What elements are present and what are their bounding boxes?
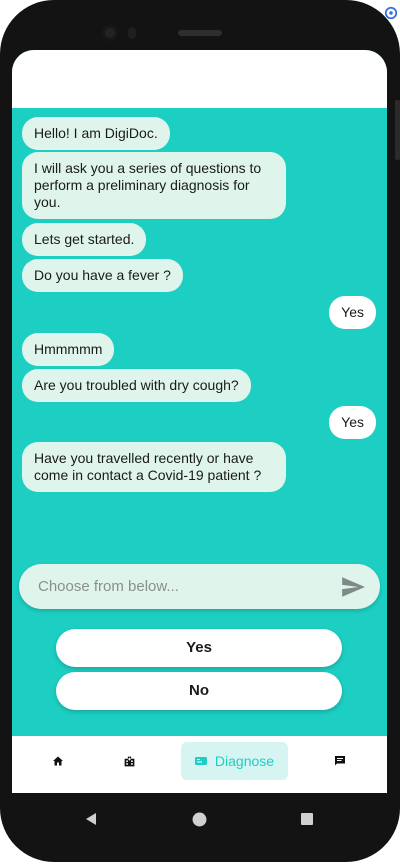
user-message: Yes <box>329 406 376 439</box>
location-icon <box>384 6 398 20</box>
option-yes-button[interactable]: Yes <box>56 629 342 667</box>
nav-diagnose[interactable]: Diagnose <box>181 742 288 780</box>
home-icon <box>53 756 63 766</box>
recents-icon[interactable] <box>300 812 314 826</box>
app-screen: Hello! I am DigiDoc. I will ask you a se… <box>12 50 387 793</box>
camera-sensor <box>128 27 136 39</box>
nav-hospital[interactable] <box>117 742 141 780</box>
bottom-navigation: Diagnose <box>12 736 387 793</box>
back-icon[interactable] <box>84 812 98 826</box>
chat-icon <box>335 756 345 766</box>
earpiece-speaker <box>178 30 222 36</box>
front-camera <box>102 25 118 41</box>
bot-message: Lets get started. <box>22 223 147 256</box>
bot-message: Hmmmmm <box>22 333 115 366</box>
bot-message: Have you travelled recently or have come… <box>22 442 286 492</box>
home-circle-icon[interactable] <box>192 812 207 827</box>
diagnose-icon <box>194 757 207 765</box>
power-button <box>395 100 400 160</box>
nav-diagnose-label: Diagnose <box>214 753 275 769</box>
bot-message: Hello! I am DigiDoc. <box>22 117 170 150</box>
option-no-button[interactable]: No <box>56 672 342 710</box>
app-bar <box>12 50 387 108</box>
bot-message: Are you troubled with dry cough? <box>22 369 251 402</box>
hospital-icon <box>124 756 134 766</box>
phone-frame: Hello! I am DigiDoc. I will ask you a se… <box>0 0 400 862</box>
system-navigation-bar <box>12 796 387 842</box>
send-icon[interactable] <box>340 574 366 600</box>
bot-message: Do you have a fever ? <box>22 259 183 292</box>
message-input-placeholder: Choose from below... <box>38 578 179 595</box>
user-message: Yes <box>329 296 376 329</box>
message-input-bar[interactable]: Choose from below... <box>19 564 380 609</box>
nav-chat[interactable] <box>328 742 352 780</box>
bot-message: I will ask you a series of questions to … <box>22 152 286 219</box>
nav-home[interactable] <box>46 742 70 780</box>
